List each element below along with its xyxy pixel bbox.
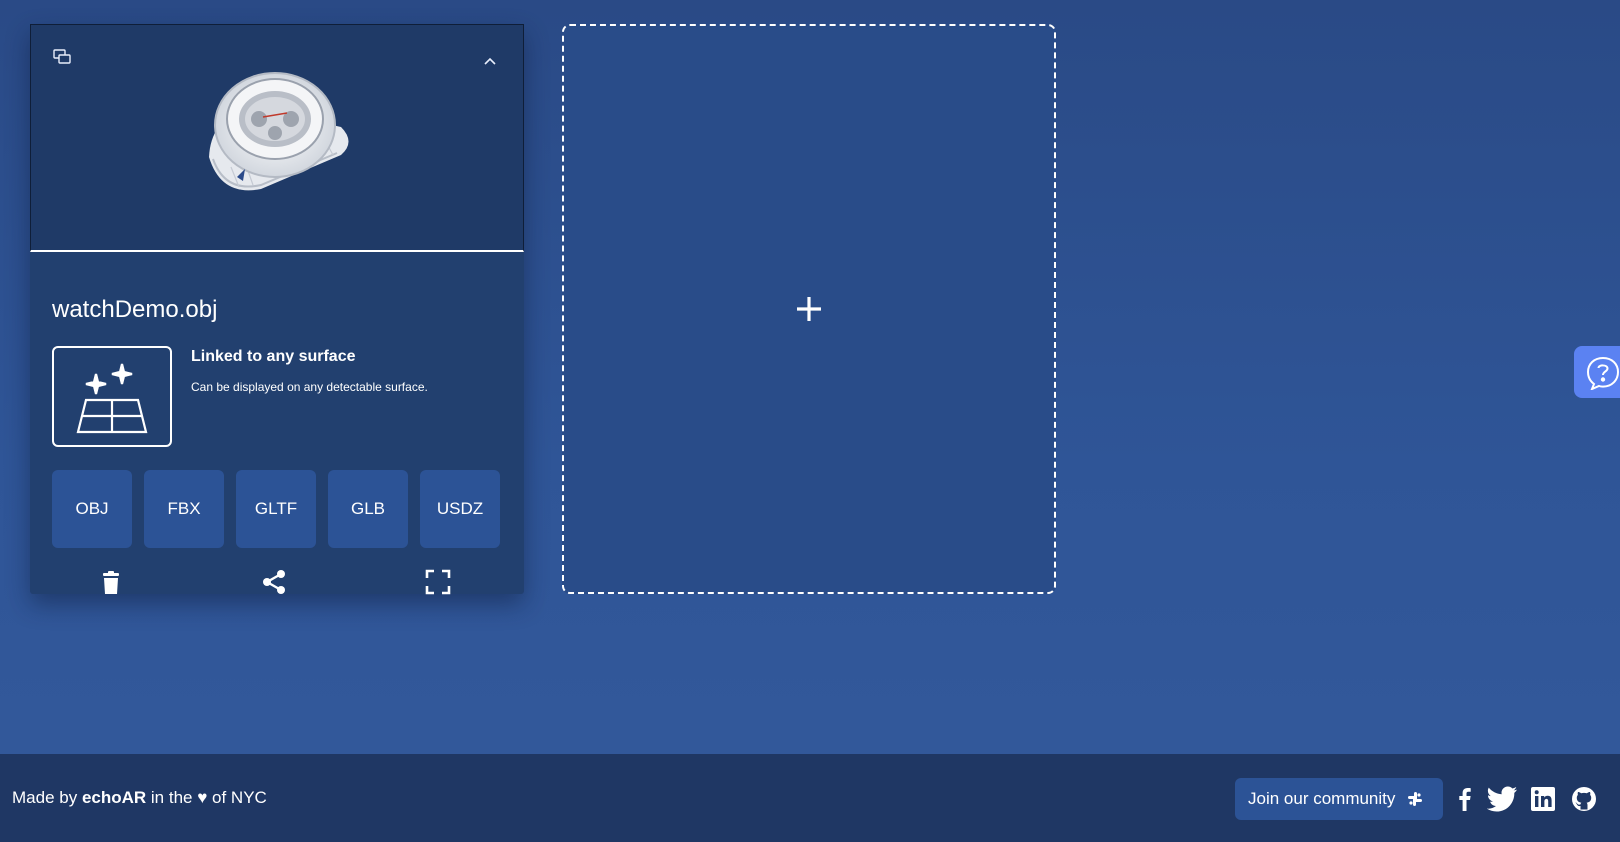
help-chat-icon (1586, 356, 1620, 390)
download-fbx-button[interactable]: FBX (144, 470, 224, 548)
download-gltf-button[interactable]: GLTF (236, 470, 316, 548)
asset-card[interactable]: watchDemo.obj Linked to any surface Can … (30, 24, 524, 595)
add-asset-dropzone[interactable] (562, 24, 1056, 594)
anchor-description: Can be displayed on any detectable surfa… (191, 380, 428, 394)
twitter-icon[interactable] (1486, 786, 1517, 812)
made-by-suffix: of NYC (207, 788, 267, 807)
slack-icon (1408, 792, 1423, 806)
card-actions (30, 568, 524, 598)
download-obj-button[interactable]: OBJ (52, 470, 132, 548)
made-by-prefix: Made by (12, 788, 82, 807)
model-preview[interactable] (30, 24, 524, 252)
made-by-middle: in the (146, 788, 198, 807)
assets-grid: watchDemo.obj Linked to any surface Can … (0, 0, 1620, 754)
format-buttons: OBJ FBX GLTF GLB USDZ (52, 470, 500, 548)
chat-bubbles-icon[interactable] (53, 49, 71, 65)
asset-title[interactable]: watchDemo.obj (52, 296, 217, 324)
plus-icon[interactable] (795, 295, 823, 323)
fullscreen-icon[interactable] (424, 568, 452, 596)
watch-model-render[interactable] (191, 47, 361, 197)
brand-link[interactable]: echoAR (82, 788, 146, 807)
join-community-button[interactable]: Join our community (1235, 778, 1443, 820)
heart-icon: ♥ (197, 788, 208, 807)
made-by-text: Made by echoAR in the ♥ of NYC (12, 788, 267, 808)
facebook-icon[interactable] (1452, 786, 1478, 812)
surface-sparkle-icon (76, 363, 148, 434)
anchor-title: Linked to any surface (191, 348, 356, 365)
trash-icon[interactable] (97, 568, 125, 596)
anchor-type-badge (52, 346, 172, 447)
download-usdz-button[interactable]: USDZ (420, 470, 500, 548)
download-glb-button[interactable]: GLB (328, 470, 408, 548)
chevron-up-icon[interactable] (483, 51, 497, 65)
linkedin-icon[interactable] (1530, 786, 1556, 812)
share-icon[interactable] (260, 568, 288, 596)
help-button[interactable] (1574, 346, 1620, 398)
github-icon[interactable] (1571, 786, 1597, 812)
community-label: Join our community (1248, 789, 1396, 808)
footer: Made by echoAR in the ♥ of NYC Join our … (0, 754, 1620, 842)
